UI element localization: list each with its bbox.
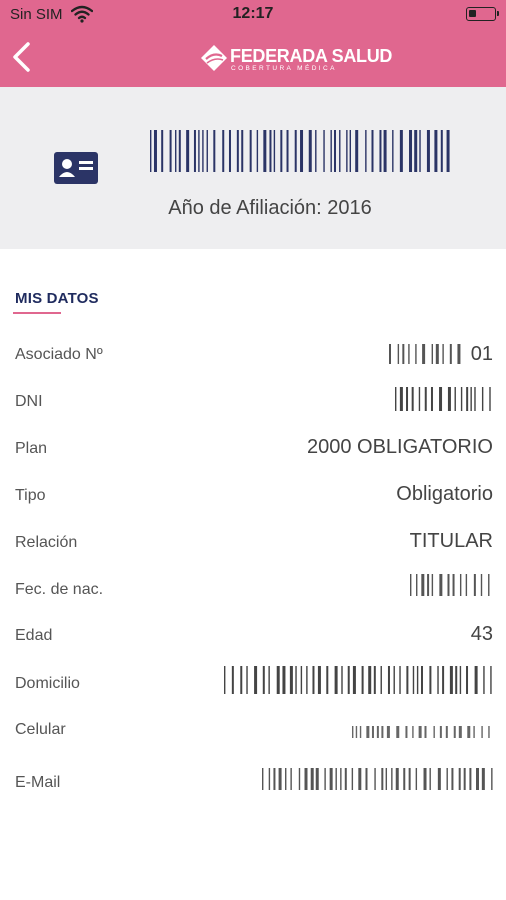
dni-redacted	[395, 387, 493, 411]
value-edad: 43	[470, 623, 493, 645]
section-title: MIS DATOS	[15, 290, 99, 307]
id-card-icon	[54, 152, 98, 184]
label-tipo: Tipo	[15, 487, 46, 504]
label-relacion: Relación	[15, 534, 78, 551]
value-asociado: 01	[470, 343, 493, 365]
value-plan: 2000 OBLIGATORIO	[306, 436, 493, 458]
label-celular: Celular	[15, 721, 66, 738]
back-button[interactable]	[6, 38, 40, 76]
label-dni: DNI	[15, 393, 43, 410]
label-email: E-Mail	[15, 774, 61, 791]
value-relacion: TITULAR	[409, 530, 493, 552]
label-domicilio: Domicilio	[15, 675, 80, 692]
clock: 12:17	[232, 5, 274, 22]
value-tipo: Obligatorio	[396, 483, 493, 505]
brand-logo: FEDERADA SALUD COBERTURA MÉDICA	[200, 42, 392, 76]
status-bar: Sin SIM 12:17	[0, 0, 506, 30]
brand-tagline: COBERTURA MÉDICA	[231, 65, 337, 72]
asociado-redacted	[389, 344, 465, 364]
celular-redacted	[352, 725, 494, 738]
affiliate-number-barcode	[150, 130, 450, 172]
fecha-nacimiento-redacted	[410, 574, 492, 596]
label-edad: Edad	[15, 627, 53, 644]
label-fecha-nacimiento: Fec. de nac.	[15, 581, 104, 598]
label-asociado: Asociado Nº	[15, 346, 103, 363]
domicilio-redacted	[224, 666, 494, 694]
affiliation-year: Año de Afiliación: 2016	[168, 197, 372, 219]
logo-mark-icon	[201, 45, 227, 71]
battery-icon	[466, 7, 499, 21]
section-underline	[13, 312, 61, 314]
brand-name: FEDERADA SALUD	[230, 46, 393, 66]
email-redacted	[262, 768, 494, 790]
label-plan: Plan	[15, 440, 48, 457]
